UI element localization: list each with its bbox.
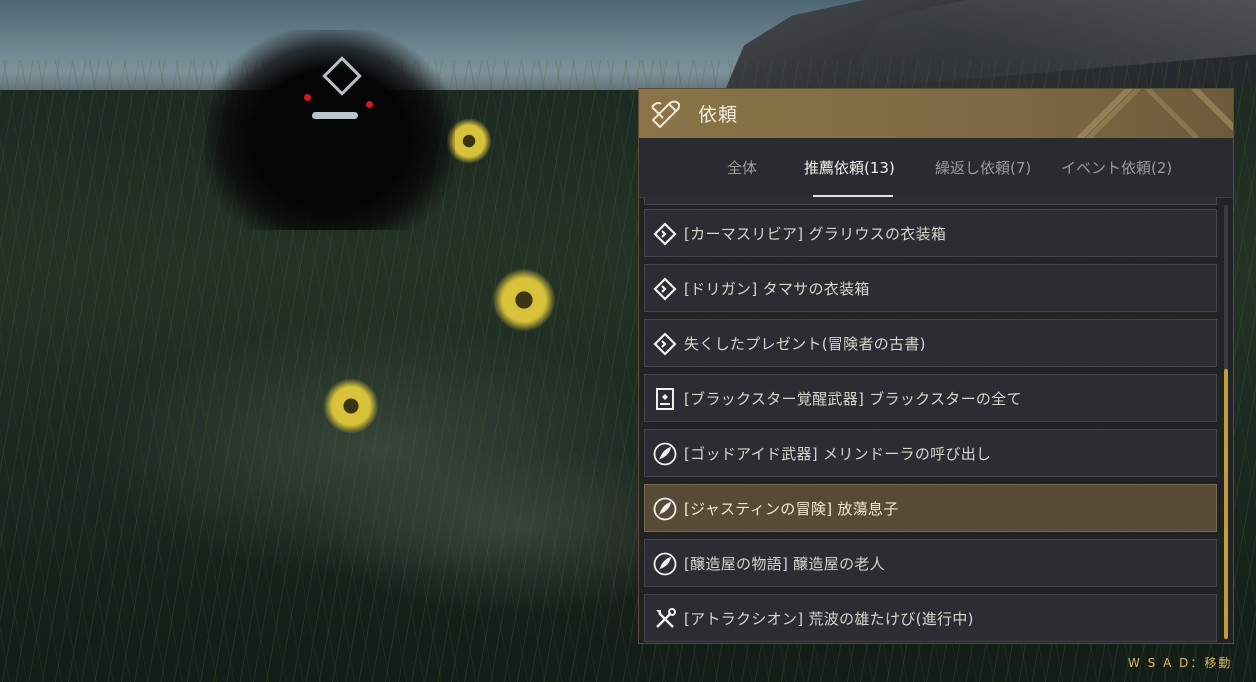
diamond-icon <box>653 222 677 246</box>
quest-label: [アトラクシオン] 荒波の雄たけび(進行中) <box>684 610 974 628</box>
quest-label: [ジャスティンの冒険] 放蕩息子 <box>684 500 899 518</box>
diamond-icon <box>653 332 677 356</box>
creature-mouth <box>312 112 358 119</box>
quest-label: 失くしたプレゼント(冒険者の古書) <box>684 335 926 353</box>
quest-row[interactable]: [ゴッドアイド武器] メリンドーラの呼び出し <box>644 429 1217 477</box>
quest-row[interactable]: [ドリガン] タマサの衣装箱 <box>644 264 1217 312</box>
quest-row[interactable]: [ブラックスター覚醒武器] ブラックスターの全て <box>644 374 1217 422</box>
tab-recommended[interactable]: 推薦依頼(13) <box>804 157 895 178</box>
window-title: 依頼 <box>698 104 739 126</box>
feather-icon <box>653 442 677 466</box>
quest-row[interactable]: [カーマスリビア] グラリウスの衣装箱 <box>644 209 1217 257</box>
crossed-tools-icon <box>656 608 676 628</box>
quest-row[interactable]: [アトラクシオン] 荒波の雄たけび(進行中) <box>644 594 1217 642</box>
tab-bar: 全体 推薦依頼(13) 繰返し依頼(7) イベント依頼(2) <box>639 138 1233 198</box>
quest-list[interactable]: [カーマスリビア] グラリウスの衣装箱 [ドリガン] タマサの衣装箱 失くしたプ… <box>639 197 1233 643</box>
window-header[interactable]: 依頼 <box>639 89 1233 138</box>
tab-event[interactable]: イベント依頼(2) <box>1061 157 1172 178</box>
quest-row[interactable]: 失くしたプレゼント(冒険者の古書) <box>644 319 1217 367</box>
movement-hint: W S A D：移動 <box>1128 656 1233 670</box>
quest-window: 依頼 全体 推薦依頼(13) 繰返し依頼(7) イベント依頼(2) [カーマスリ… <box>638 88 1234 644</box>
quest-label: [ゴッドアイド武器] メリンドーラの呼び出し <box>684 445 992 463</box>
scroll-quill-icon <box>651 100 681 129</box>
quest-label: [醸造屋の物語] 醸造屋の老人 <box>684 555 885 573</box>
diamond-icon <box>653 277 677 301</box>
yellow-flower <box>492 268 556 332</box>
tab-repeatable[interactable]: 繰返し依頼(7) <box>935 157 1031 178</box>
quest-row[interactable]: [醸造屋の物語] 醸造屋の老人 <box>644 539 1217 587</box>
feather-icon <box>653 552 677 576</box>
yellow-flower <box>323 378 379 434</box>
creature-eye <box>304 94 311 101</box>
quest-label: [ドリガン] タマサの衣装箱 <box>684 280 870 298</box>
book-icon <box>656 388 674 410</box>
quest-row-selected[interactable]: [ジャスティンの冒険] 放蕩息子 <box>644 484 1217 532</box>
quest-row[interactable] <box>644 197 1217 205</box>
scrollbar-thumb[interactable] <box>1224 369 1228 639</box>
tab-all[interactable]: 全体 <box>727 157 757 178</box>
quest-label: [カーマスリビア] グラリウスの衣装箱 <box>684 225 947 243</box>
dark-creature <box>205 30 455 230</box>
creature-eye <box>366 101 373 108</box>
feather-icon <box>653 497 677 521</box>
quest-label: [ブラックスター覚醒武器] ブラックスターの全て <box>684 390 1022 408</box>
